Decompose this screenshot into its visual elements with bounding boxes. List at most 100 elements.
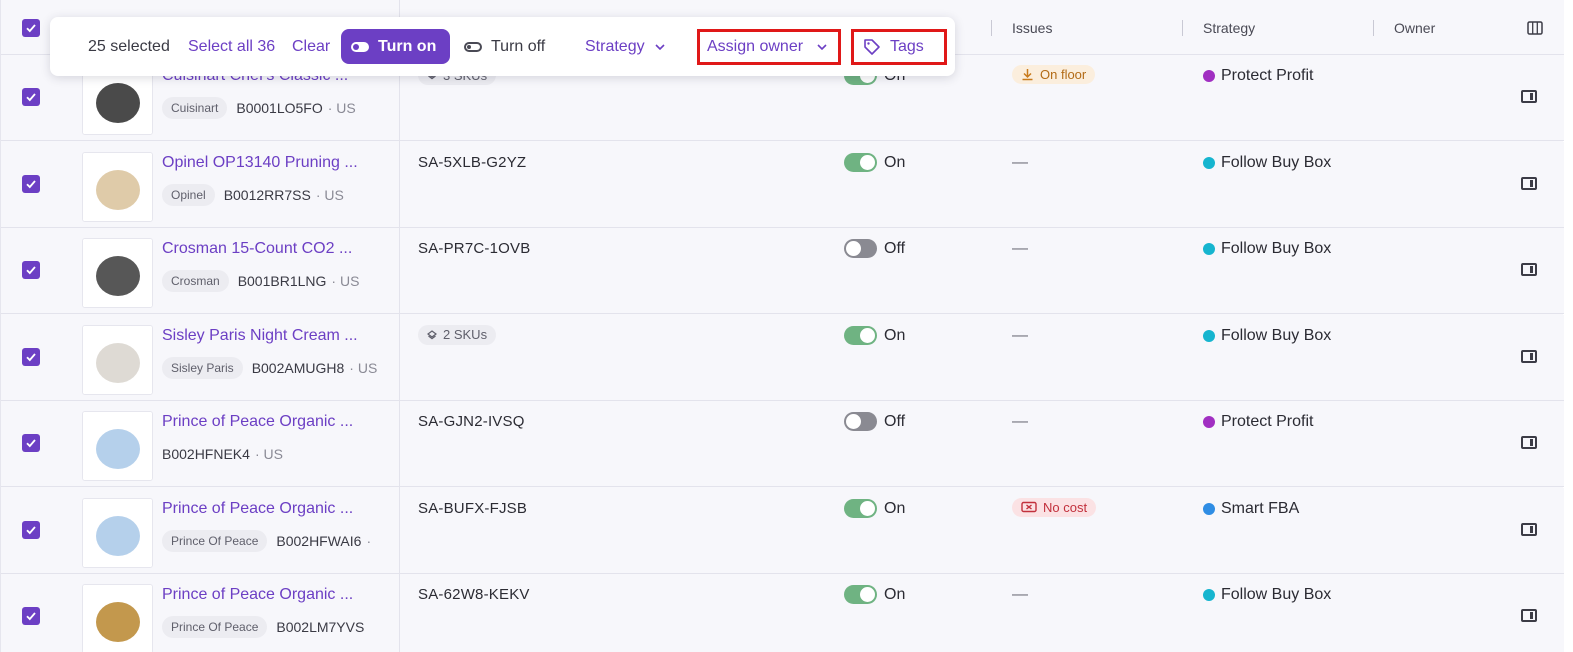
strategy-dot-icon bbox=[1203, 502, 1215, 515]
strategy-label: Follow Buy Box bbox=[1221, 153, 1332, 171]
strategy-label: Smart FBA bbox=[1221, 499, 1300, 517]
row-checkbox[interactable] bbox=[22, 607, 40, 625]
toggle-on-icon bbox=[351, 41, 369, 52]
select-all-link[interactable]: Select all 36 bbox=[188, 17, 275, 76]
strategy-value[interactable]: Protect Profit bbox=[1203, 67, 1313, 85]
download-icon bbox=[1022, 69, 1033, 81]
strategy-value[interactable]: Follow Buy Box bbox=[1203, 327, 1331, 345]
column-header-issues[interactable]: Issues bbox=[1012, 0, 1052, 55]
product-thumbnail[interactable] bbox=[82, 497, 153, 568]
select-all-checkbox[interactable] bbox=[22, 0, 40, 55]
strategy-dot-icon bbox=[1203, 329, 1215, 342]
tags-button[interactable]: Tags bbox=[851, 29, 947, 65]
assign-owner-label: Assign owner bbox=[707, 38, 804, 55]
side-panel-icon[interactable] bbox=[1521, 349, 1537, 363]
status-toggle[interactable] bbox=[844, 498, 877, 518]
status-toggle[interactable] bbox=[844, 239, 877, 258]
side-panel-icon[interactable] bbox=[1521, 609, 1537, 622]
row-checkbox[interactable] bbox=[22, 434, 40, 452]
region: · US bbox=[327, 100, 356, 116]
sku-code: SA-5XLB-G2YZ bbox=[418, 153, 527, 171]
toggle-off-icon bbox=[464, 41, 482, 52]
row-checkbox[interactable] bbox=[22, 88, 40, 106]
row-checkbox[interactable] bbox=[22, 520, 40, 539]
asin: B002AMUGH8 bbox=[251, 359, 345, 376]
turn-on-button[interactable]: Turn on bbox=[341, 29, 451, 64]
column-header-owner[interactable]: Owner bbox=[1394, 0, 1435, 55]
product-thumbnail[interactable] bbox=[82, 324, 153, 395]
status-toggle[interactable] bbox=[844, 412, 877, 431]
product-title-link[interactable]: Sisley Paris Night Cream ... bbox=[162, 327, 358, 345]
product-meta: B002HFNEK4 · US bbox=[162, 443, 384, 465]
region: · US bbox=[254, 446, 283, 462]
row-checkbox[interactable] bbox=[22, 347, 40, 366]
side-panel-icon[interactable] bbox=[1521, 263, 1537, 276]
product-thumbnail[interactable] bbox=[82, 151, 153, 222]
table-row[interactable]: Prince of Peace Organic ... Prince Of Pe… bbox=[1, 487, 1564, 574]
side-panel-icon[interactable] bbox=[1521, 176, 1537, 190]
strategy-value[interactable]: Protect Profit bbox=[1203, 413, 1313, 431]
row-checkbox[interactable] bbox=[22, 174, 40, 193]
issue-badge[interactable]: On floor bbox=[1012, 65, 1096, 84]
asin: B002LM7YVS bbox=[276, 619, 365, 635]
columns-icon[interactable] bbox=[1527, 0, 1543, 55]
products-table: Issues Strategy Owner Cuisinart Chef's C… bbox=[0, 0, 1564, 652]
strategy-label: Protect Profit bbox=[1221, 67, 1314, 84]
product-meta: Crosman B001BR1LNG · US bbox=[162, 270, 384, 292]
region: · US bbox=[349, 359, 378, 376]
table-row[interactable]: Prince of Peace Organic ... B002HFNEK4 · … bbox=[1, 401, 1564, 487]
strategy-label: Follow Buy Box bbox=[1221, 240, 1332, 257]
product-meta: Cuisinart B0001LO5FO · US bbox=[162, 97, 384, 119]
clear-link[interactable]: Clear bbox=[292, 17, 330, 76]
money-off-icon bbox=[1021, 501, 1037, 513]
column-divider bbox=[399, 0, 400, 652]
region: · US bbox=[331, 273, 360, 289]
turn-off-label: Turn off bbox=[491, 37, 546, 55]
side-panel-icon[interactable] bbox=[1521, 522, 1537, 536]
strategy-value[interactable]: Follow Buy Box bbox=[1203, 586, 1331, 604]
product-title-link[interactable]: Prince of Peace Organic ... bbox=[162, 586, 353, 604]
strategy-value[interactable]: Smart FBA bbox=[1203, 500, 1299, 518]
table-row[interactable]: Crosman 15-Count CO2 ... Crosman B001BR1L… bbox=[1, 228, 1564, 314]
status-toggle[interactable] bbox=[844, 585, 877, 604]
chevron-down-icon bbox=[817, 44, 827, 50]
strategy-dropdown[interactable]: Strategy bbox=[585, 17, 665, 76]
asin: B002HFWAI6 bbox=[276, 532, 362, 549]
product-thumbnail[interactable] bbox=[82, 411, 153, 481]
table-row[interactable]: Prince of Peace Organic ... Prince Of Pe… bbox=[1, 574, 1564, 652]
table-row[interactable]: Sisley Paris Night Cream ... Sisley Pari… bbox=[1, 314, 1564, 401]
selected-count: 25 selected bbox=[88, 37, 170, 55]
issue-badge[interactable]: No cost bbox=[1012, 497, 1097, 517]
column-header-strategy[interactable]: Strategy bbox=[1203, 0, 1255, 55]
asin: B0001LO5FO bbox=[236, 100, 323, 116]
product-title-link[interactable]: Prince of Peace Organic ... bbox=[162, 413, 353, 431]
product-meta: Sisley Paris B002AMUGH8 · US bbox=[162, 356, 384, 379]
product-thumbnail[interactable] bbox=[82, 238, 153, 308]
product-title-link[interactable]: Opinel OP13140 Pruning ... bbox=[162, 154, 358, 172]
row-checkbox[interactable] bbox=[22, 261, 40, 279]
strategy-label: Follow Buy Box bbox=[1221, 326, 1332, 344]
issue-empty: — bbox=[1012, 240, 1028, 257]
status-toggle[interactable] bbox=[844, 152, 877, 172]
product-title-link[interactable]: Crosman 15-Count CO2 ... bbox=[162, 240, 352, 258]
strategy-label: Follow Buy Box bbox=[1221, 586, 1332, 603]
sku-code: SA-62W8-KEKV bbox=[418, 586, 530, 603]
product-meta: Prince Of Peace B002HFWAI6 · bbox=[162, 529, 384, 552]
sku-count-badge[interactable]: 2 SKUs bbox=[418, 324, 497, 345]
product-meta: Opinel B0012RR7SS · US bbox=[162, 183, 384, 206]
status-toggle[interactable] bbox=[844, 325, 877, 345]
side-panel-icon[interactable] bbox=[1521, 90, 1537, 103]
product-thumbnail[interactable] bbox=[82, 584, 153, 652]
strategy-value[interactable]: Follow Buy Box bbox=[1203, 154, 1331, 172]
table-row[interactable]: Opinel OP13140 Pruning ... Opinel B0012RR… bbox=[1, 141, 1564, 228]
product-title-link[interactable]: Prince of Peace Organic ... bbox=[162, 500, 353, 518]
strategy-value[interactable]: Follow Buy Box bbox=[1203, 240, 1331, 258]
status-label: On bbox=[884, 326, 906, 344]
asin: B001BR1LNG bbox=[237, 273, 327, 289]
strategy-dot-icon bbox=[1203, 156, 1215, 169]
turn-off-button[interactable]: Turn off bbox=[464, 17, 545, 76]
assign-owner-dropdown[interactable]: Assign owner bbox=[697, 29, 841, 65]
strategy-dot-icon bbox=[1203, 589, 1215, 601]
side-panel-icon[interactable] bbox=[1521, 436, 1537, 449]
status-label: Off bbox=[884, 413, 906, 430]
